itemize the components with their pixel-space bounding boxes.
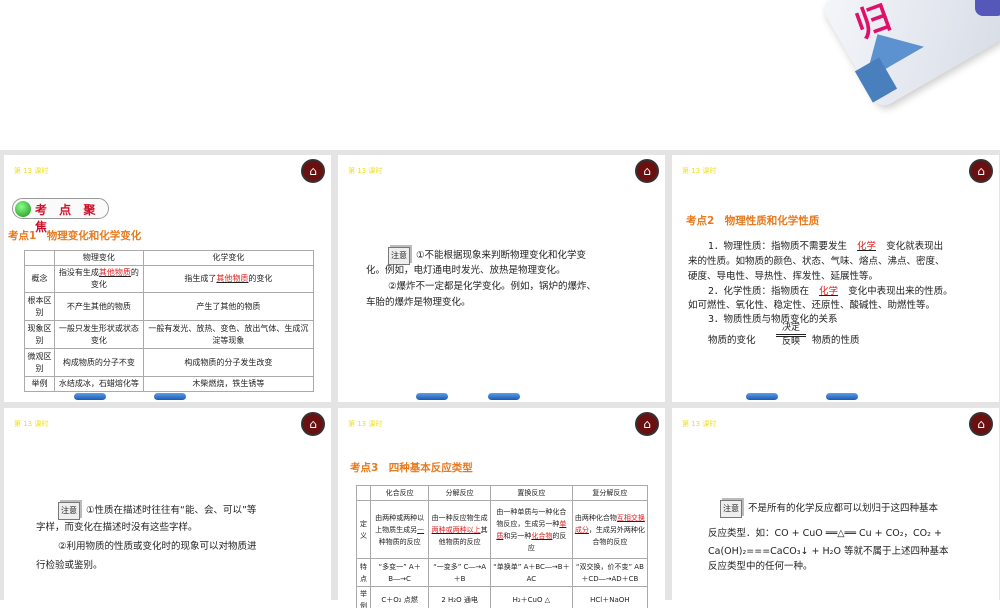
lesson-label: 第 13 课时: [348, 420, 383, 428]
slide-thumbnail-3[interactable]: 第 13 课时 ⌂ 考点2 物理性质和化学性质 1．物理性质：指物质不需要发生化…: [672, 155, 999, 402]
nav-button-prev[interactable]: [74, 393, 106, 400]
top-banner: 归: [0, 0, 1000, 150]
slide-thumbnail-6[interactable]: 第 13 课时 ⌂ 注意 不是所有的化学反应都可以划归于这四种基本 反应类型．如：…: [672, 408, 999, 608]
note-badge: 注意: [58, 502, 80, 520]
slide-grid: 第 13 课时 ⌂ 考 点 聚 焦 考点1 物理变化和化学变化 物理变化 化学变化…: [0, 150, 1000, 608]
lesson-label: 第 13 课时: [682, 420, 717, 428]
nav-button-next[interactable]: [488, 393, 520, 400]
reaction-types-table: 化合反应 分解反应 置换反应 复分解反应 定义 由两种或两种以上物质生成另一种物质的反…: [356, 485, 649, 608]
section-heading: 考点3 四种基本反应类型: [350, 462, 473, 474]
slide-thumbnail-5[interactable]: 第 13 课时 ⌂ 考点3 四种基本反应类型 化合反应 分解反应 置换反应 复分解反应…: [338, 408, 665, 608]
note-badge: 注意: [720, 500, 742, 518]
section-banner: 考 点 聚 焦: [12, 198, 109, 234]
green-dot-icon: [15, 201, 31, 217]
nav-button-prev[interactable]: [416, 393, 448, 400]
lesson-label: 第 13 课时: [682, 167, 717, 175]
lesson-label: 第 13 课时: [348, 167, 383, 175]
nav-button-next[interactable]: [154, 393, 186, 400]
slide-thumbnail-2[interactable]: 第 13 课时 ⌂ 注意 ①不能根据现象来判断物理变化和化学变 化。例如，电灯通电…: [338, 155, 665, 402]
slide-thumbnail-4[interactable]: 第 13 课时 ⌂ 注意 ①性质在描述时往往有“能、会、可以”等 字样，而变化在描…: [4, 408, 331, 608]
section-heading: 考点1 物理变化和化学变化: [8, 230, 142, 242]
logo-tab: [975, 0, 1000, 16]
comparison-table: 物理变化 化学变化 概念 指没有生成其他物质的变化 指生成了其他物质的变化 根本区…: [24, 250, 315, 392]
home-icon[interactable]: ⌂: [635, 159, 659, 183]
lesson-label: 第 13 课时: [14, 167, 49, 175]
section-heading: 考点2 物理性质和化学性质: [686, 215, 820, 227]
home-icon[interactable]: ⌂: [969, 159, 993, 183]
home-icon[interactable]: ⌂: [301, 159, 325, 183]
nav-button-next[interactable]: [826, 393, 858, 400]
home-icon[interactable]: ⌂: [301, 412, 325, 436]
nav-button-prev[interactable]: [746, 393, 778, 400]
lesson-label: 第 13 课时: [14, 420, 49, 428]
relation-arrows: 决定 反映: [776, 323, 806, 348]
home-icon[interactable]: ⌂: [635, 412, 659, 436]
slide-thumbnail-1[interactable]: 第 13 课时 ⌂ 考 点 聚 焦 考点1 物理变化和化学变化 物理变化 化学变化…: [4, 155, 331, 402]
home-icon[interactable]: ⌂: [969, 412, 993, 436]
